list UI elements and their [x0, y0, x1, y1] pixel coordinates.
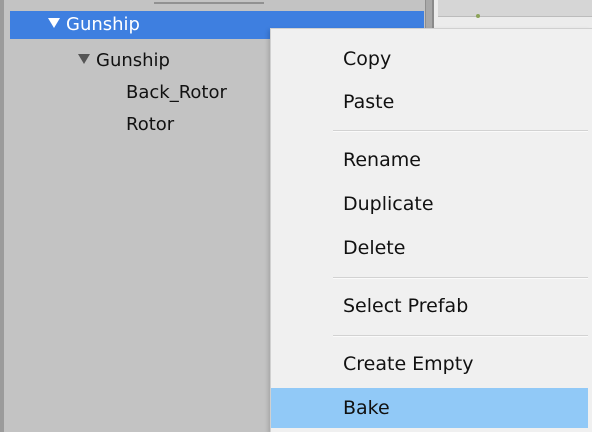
menu-separator: [333, 277, 588, 279]
menu-item-label: Select Prefab: [343, 295, 469, 317]
cut-off-row: [154, 0, 264, 4]
menu-item-select-prefab[interactable]: Select Prefab: [271, 286, 588, 326]
menu-item-delete[interactable]: Delete: [271, 228, 588, 268]
hierarchy-item-label: Back_Rotor: [126, 82, 227, 103]
hierarchy-item-label: Gunship: [96, 50, 170, 71]
menu-item-paste[interactable]: Paste: [271, 82, 588, 122]
menu-item-label: Delete: [343, 237, 406, 259]
context-menu: Copy Paste Rename Duplicate Delete Selec…: [270, 28, 592, 432]
hierarchy-item-label: Gunship: [66, 14, 140, 35]
hierarchy-header-strip: [4, 0, 432, 10]
menu-item-label: Bake: [343, 397, 390, 419]
menu-item-label: Duplicate: [343, 193, 434, 215]
hierarchy-item-gunship-child[interactable]: Gunship: [78, 48, 170, 74]
expand-triangle-icon[interactable]: [48, 18, 60, 28]
menu-item-create-empty[interactable]: Create Empty: [271, 344, 588, 384]
menu-item-label: Copy: [343, 48, 392, 70]
menu-item-copy[interactable]: Copy: [271, 39, 588, 79]
menu-item-rename[interactable]: Rename: [271, 140, 588, 180]
scene-indicator-dot: [476, 14, 480, 18]
menu-separator: [333, 130, 588, 132]
expand-triangle-icon[interactable]: [78, 54, 90, 64]
hierarchy-item-back-rotor[interactable]: Back_Rotor: [126, 80, 227, 106]
menu-item-duplicate[interactable]: Duplicate: [271, 184, 588, 224]
menu-item-label: Paste: [343, 91, 395, 113]
hierarchy-item-rotor[interactable]: Rotor: [126, 112, 174, 138]
menu-item-label: Rename: [343, 149, 421, 171]
menu-item-bake[interactable]: Bake: [271, 388, 588, 428]
scene-panel-tab-strip[interactable]: [438, 0, 592, 17]
menu-separator: [333, 335, 588, 337]
hierarchy-item-label: Rotor: [126, 114, 175, 135]
menu-item-label: Create Empty: [343, 353, 474, 375]
